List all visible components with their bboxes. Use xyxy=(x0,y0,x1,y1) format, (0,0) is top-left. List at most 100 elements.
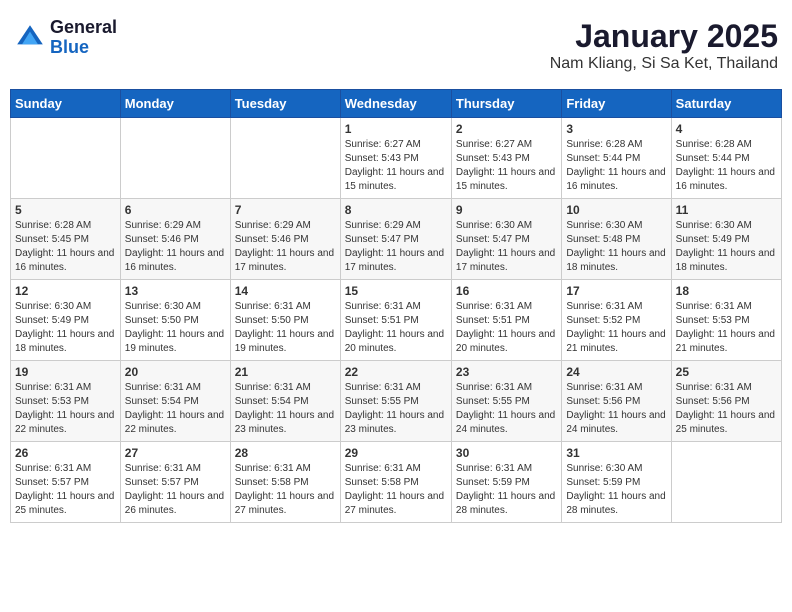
day-info: Sunrise: 6:31 AMSunset: 5:50 PMDaylight:… xyxy=(235,300,336,356)
day-number: 23 xyxy=(456,365,557,379)
daylight-text: Daylight: 11 hours and 27 minutes. xyxy=(235,490,336,518)
day-number: 26 xyxy=(15,446,116,460)
calendar-cell: 5Sunrise: 6:28 AMSunset: 5:45 PMDaylight… xyxy=(11,199,121,280)
day-info: Sunrise: 6:31 AMSunset: 5:56 PMDaylight:… xyxy=(566,381,666,437)
weekday-header: Friday xyxy=(562,90,671,118)
sunrise-text: Sunrise: 6:31 AM xyxy=(566,300,666,314)
daylight-text: Daylight: 11 hours and 23 minutes. xyxy=(235,409,336,437)
daylight-text: Daylight: 11 hours and 17 minutes. xyxy=(456,247,557,275)
daylight-text: Daylight: 11 hours and 28 minutes. xyxy=(566,490,666,518)
calendar-cell: 8Sunrise: 6:29 AMSunset: 5:47 PMDaylight… xyxy=(340,199,451,280)
sunset-text: Sunset: 5:46 PM xyxy=(125,233,226,247)
calendar-cell: 1Sunrise: 6:27 AMSunset: 5:43 PMDaylight… xyxy=(340,118,451,199)
calendar-week-row: 12Sunrise: 6:30 AMSunset: 5:49 PMDayligh… xyxy=(11,280,782,361)
calendar-cell: 29Sunrise: 6:31 AMSunset: 5:58 PMDayligh… xyxy=(340,442,451,523)
sunrise-text: Sunrise: 6:30 AM xyxy=(566,219,666,233)
day-number: 7 xyxy=(235,203,336,217)
day-info: Sunrise: 6:31 AMSunset: 5:56 PMDaylight:… xyxy=(676,381,777,437)
sunrise-text: Sunrise: 6:29 AM xyxy=(125,219,226,233)
sunrise-text: Sunrise: 6:28 AM xyxy=(15,219,116,233)
calendar-cell: 10Sunrise: 6:30 AMSunset: 5:48 PMDayligh… xyxy=(562,199,671,280)
logo-blue-text: Blue xyxy=(50,38,117,58)
day-number: 20 xyxy=(125,365,226,379)
day-info: Sunrise: 6:31 AMSunset: 5:51 PMDaylight:… xyxy=(456,300,557,356)
calendar-cell: 18Sunrise: 6:31 AMSunset: 5:53 PMDayligh… xyxy=(671,280,781,361)
sunrise-text: Sunrise: 6:31 AM xyxy=(125,381,226,395)
sunrise-text: Sunrise: 6:31 AM xyxy=(235,300,336,314)
day-number: 3 xyxy=(566,122,666,136)
sunrise-text: Sunrise: 6:31 AM xyxy=(15,462,116,476)
calendar-cell: 22Sunrise: 6:31 AMSunset: 5:55 PMDayligh… xyxy=(340,361,451,442)
sunrise-text: Sunrise: 6:30 AM xyxy=(566,462,666,476)
calendar-cell: 30Sunrise: 6:31 AMSunset: 5:59 PMDayligh… xyxy=(451,442,561,523)
calendar-cell: 13Sunrise: 6:30 AMSunset: 5:50 PMDayligh… xyxy=(120,280,230,361)
title-block: January 2025 Nam Kliang, Si Sa Ket, Thai… xyxy=(550,18,778,73)
day-info: Sunrise: 6:30 AMSunset: 5:47 PMDaylight:… xyxy=(456,219,557,275)
sunset-text: Sunset: 5:56 PM xyxy=(566,395,666,409)
daylight-text: Daylight: 11 hours and 22 minutes. xyxy=(125,409,226,437)
day-info: Sunrise: 6:29 AMSunset: 5:46 PMDaylight:… xyxy=(235,219,336,275)
sunrise-text: Sunrise: 6:31 AM xyxy=(345,462,447,476)
day-number: 21 xyxy=(235,365,336,379)
sunset-text: Sunset: 5:58 PM xyxy=(345,476,447,490)
calendar-cell: 31Sunrise: 6:30 AMSunset: 5:59 PMDayligh… xyxy=(562,442,671,523)
weekday-header: Thursday xyxy=(451,90,561,118)
sunset-text: Sunset: 5:51 PM xyxy=(345,314,447,328)
daylight-text: Daylight: 11 hours and 16 minutes. xyxy=(15,247,116,275)
sunrise-text: Sunrise: 6:27 AM xyxy=(345,138,447,152)
day-info: Sunrise: 6:31 AMSunset: 5:53 PMDaylight:… xyxy=(676,300,777,356)
day-info: Sunrise: 6:31 AMSunset: 5:55 PMDaylight:… xyxy=(345,381,447,437)
day-info: Sunrise: 6:31 AMSunset: 5:57 PMDaylight:… xyxy=(125,462,226,518)
day-info: Sunrise: 6:27 AMSunset: 5:43 PMDaylight:… xyxy=(345,138,447,194)
calendar-cell: 6Sunrise: 6:29 AMSunset: 5:46 PMDaylight… xyxy=(120,199,230,280)
calendar-cell: 14Sunrise: 6:31 AMSunset: 5:50 PMDayligh… xyxy=(230,280,340,361)
location-subtitle: Nam Kliang, Si Sa Ket, Thailand xyxy=(550,55,778,73)
weekday-header: Tuesday xyxy=(230,90,340,118)
daylight-text: Daylight: 11 hours and 23 minutes. xyxy=(345,409,447,437)
day-number: 27 xyxy=(125,446,226,460)
sunset-text: Sunset: 5:46 PM xyxy=(235,233,336,247)
sunset-text: Sunset: 5:50 PM xyxy=(125,314,226,328)
day-number: 2 xyxy=(456,122,557,136)
day-info: Sunrise: 6:28 AMSunset: 5:44 PMDaylight:… xyxy=(676,138,777,194)
daylight-text: Daylight: 11 hours and 18 minutes. xyxy=(676,247,777,275)
calendar-cell: 21Sunrise: 6:31 AMSunset: 5:54 PMDayligh… xyxy=(230,361,340,442)
daylight-text: Daylight: 11 hours and 16 minutes. xyxy=(676,166,777,194)
weekday-header: Saturday xyxy=(671,90,781,118)
sunset-text: Sunset: 5:51 PM xyxy=(456,314,557,328)
day-number: 4 xyxy=(676,122,777,136)
sunrise-text: Sunrise: 6:30 AM xyxy=(676,219,777,233)
day-info: Sunrise: 6:30 AMSunset: 5:48 PMDaylight:… xyxy=(566,219,666,275)
daylight-text: Daylight: 11 hours and 21 minutes. xyxy=(566,328,666,356)
day-info: Sunrise: 6:31 AMSunset: 5:55 PMDaylight:… xyxy=(456,381,557,437)
sunset-text: Sunset: 5:57 PM xyxy=(125,476,226,490)
daylight-text: Daylight: 11 hours and 24 minutes. xyxy=(456,409,557,437)
sunset-text: Sunset: 5:58 PM xyxy=(235,476,336,490)
daylight-text: Daylight: 11 hours and 16 minutes. xyxy=(566,166,666,194)
calendar-cell: 16Sunrise: 6:31 AMSunset: 5:51 PMDayligh… xyxy=(451,280,561,361)
sunset-text: Sunset: 5:53 PM xyxy=(676,314,777,328)
sunrise-text: Sunrise: 6:31 AM xyxy=(456,462,557,476)
day-info: Sunrise: 6:31 AMSunset: 5:58 PMDaylight:… xyxy=(345,462,447,518)
sunrise-text: Sunrise: 6:30 AM xyxy=(15,300,116,314)
calendar-cell: 12Sunrise: 6:30 AMSunset: 5:49 PMDayligh… xyxy=(11,280,121,361)
day-number: 8 xyxy=(345,203,447,217)
calendar-table: SundayMondayTuesdayWednesdayThursdayFrid… xyxy=(10,89,782,523)
daylight-text: Daylight: 11 hours and 20 minutes. xyxy=(345,328,447,356)
sunset-text: Sunset: 5:44 PM xyxy=(566,152,666,166)
page-header: General Blue January 2025 Nam Kliang, Si… xyxy=(10,10,782,81)
day-info: Sunrise: 6:31 AMSunset: 5:51 PMDaylight:… xyxy=(345,300,447,356)
calendar-cell xyxy=(120,118,230,199)
sunset-text: Sunset: 5:43 PM xyxy=(345,152,447,166)
daylight-text: Daylight: 11 hours and 27 minutes. xyxy=(345,490,447,518)
calendar-cell xyxy=(671,442,781,523)
sunset-text: Sunset: 5:55 PM xyxy=(456,395,557,409)
sunrise-text: Sunrise: 6:31 AM xyxy=(676,381,777,395)
sunrise-text: Sunrise: 6:30 AM xyxy=(125,300,226,314)
sunrise-text: Sunrise: 6:29 AM xyxy=(235,219,336,233)
day-number: 25 xyxy=(676,365,777,379)
daylight-text: Daylight: 11 hours and 25 minutes. xyxy=(676,409,777,437)
calendar-cell: 19Sunrise: 6:31 AMSunset: 5:53 PMDayligh… xyxy=(11,361,121,442)
sunset-text: Sunset: 5:59 PM xyxy=(456,476,557,490)
calendar-cell: 17Sunrise: 6:31 AMSunset: 5:52 PMDayligh… xyxy=(562,280,671,361)
